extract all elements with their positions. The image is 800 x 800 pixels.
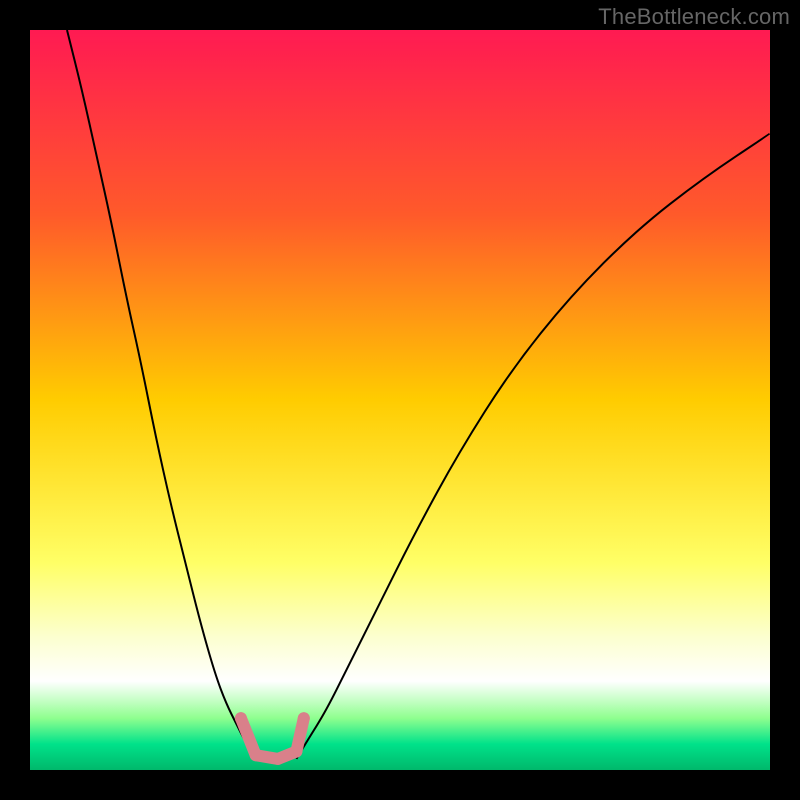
- plot-svg: [30, 30, 770, 770]
- gradient-background: [30, 30, 770, 770]
- valley-dot: [235, 712, 247, 724]
- watermark-text: TheBottleneck.com: [598, 4, 790, 30]
- valley-dot: [298, 712, 310, 724]
- plot-area: [30, 30, 770, 770]
- chart-frame: TheBottleneck.com: [0, 0, 800, 800]
